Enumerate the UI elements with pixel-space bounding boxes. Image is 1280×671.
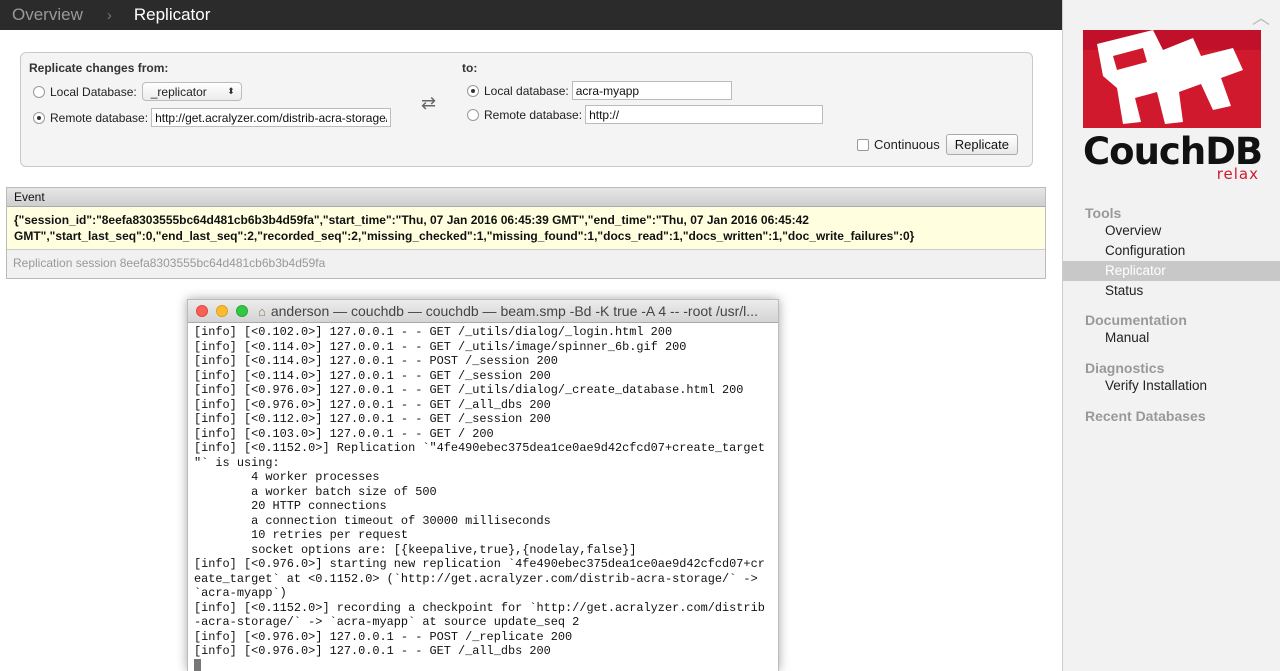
breadcrumb-current: Replicator <box>133 5 211 24</box>
terminal-line: [info] [<0.103.0>] 127.0.0.1 - - GET / 2… <box>194 426 494 441</box>
to-remote-input[interactable] <box>585 105 824 124</box>
terminal-line: [info] [<0.114.0>] 127.0.0.1 - - GET /_u… <box>194 339 687 354</box>
terminal-cursor <box>194 659 772 671</box>
continuous-label: Continuous <box>874 137 940 152</box>
nav-item-overview[interactable]: Overview <box>1063 221 1280 241</box>
continuous-checkbox[interactable] <box>857 138 869 151</box>
replication-session-row: Replication session 8eefa8303555bc64d481… <box>7 250 1045 278</box>
terminal-line: [info] [<0.114.0>] 127.0.0.1 - - GET /_s… <box>194 368 551 383</box>
from-remote-radio[interactable] <box>33 111 45 124</box>
terminal-line: a connection timeout of 30000 millisecon… <box>194 513 551 528</box>
top-bar: Overview › Replicator <box>0 0 1062 30</box>
event-table: Event {"session_id":"8eefa8303555bc64d48… <box>6 187 1046 279</box>
nav-item-configuration[interactable]: Configuration <box>1063 241 1280 261</box>
terminal-line: [info] [<0.112.0>] 127.0.0.1 - - GET /_s… <box>194 412 551 426</box>
from-local-radio[interactable] <box>33 85 45 98</box>
terminal-line: [info] [<0.976.0>] starting new replicat… <box>194 557 765 571</box>
terminal-line: socket options are: [{keepalive,true},{n… <box>194 542 637 557</box>
event-header: Event <box>7 188 1045 207</box>
breadcrumb-separator-icon: › <box>106 6 112 24</box>
to-local-radio[interactable] <box>467 84 479 97</box>
to-local-input[interactable] <box>571 81 732 100</box>
terminal-line: [info] [<0.976.0>] 127.0.0.1 - - GET /_u… <box>194 383 744 397</box>
to-local-row: Local database: <box>467 81 732 100</box>
terminal-line: [info] [<0.976.0>] 127.0.0.1 - - POST /_… <box>194 629 573 644</box>
continuous-row: Continuous Replicate <box>857 134 1018 155</box>
nav-item-status[interactable]: Status <box>1063 281 1280 301</box>
from-local-row: Local Database: _replicator ⬍ <box>33 82 242 101</box>
terminal-line: [info] [<0.976.0>] 127.0.0.1 - - GET /_a… <box>194 397 551 412</box>
terminal-line: 10 retries per request <box>194 528 409 542</box>
breadcrumb-overview[interactable]: Overview <box>0 5 83 25</box>
nav-item-replicator[interactable]: Replicator <box>1063 261 1280 281</box>
terminal-line: [info] [<0.1152.0>] recording a checkpoi… <box>194 600 765 615</box>
from-local-label: Local Database: <box>50 84 137 99</box>
to-local-label: Local database: <box>484 83 569 98</box>
close-window-icon[interactable] <box>196 305 208 317</box>
nav-section-recent-databases[interactable]: Recent Databases <box>1085 408 1206 424</box>
terminal-line: [info] [<0.114.0>] 127.0.0.1 - - POST /_… <box>194 354 558 368</box>
terminal-output[interactable]: [info] [<0.102.0>] 127.0.0.1 - - GET /_u… <box>188 323 778 671</box>
event-details: {"session_id":"8eefa8303555bc64d481cb6b3… <box>7 207 1045 250</box>
to-remote-label: Remote database: <box>484 107 583 122</box>
terminal-line: `acra-myapp`) <box>194 586 287 600</box>
from-label: Replicate changes from: <box>29 61 169 75</box>
event-line-1: {"session_id":"8eefa8303555bc64d481cb6b3… <box>14 213 809 227</box>
nav-section-tools: Tools <box>1085 205 1122 221</box>
select-arrows-icon: ⬍ <box>227 86 235 96</box>
replication-form: Replicate changes from: Local Database: … <box>20 52 1033 167</box>
nav-item-manual[interactable]: Manual <box>1063 328 1280 348</box>
to-label: to: <box>462 61 478 75</box>
terminal-line: -acra-storage/` -> `acra-myapp` at sourc… <box>194 615 580 629</box>
terminal-line: 20 HTTP connections <box>194 499 387 513</box>
logo-tagline: relax <box>1216 165 1259 183</box>
terminal-line: a worker batch size of 500 <box>194 484 437 499</box>
terminal-title: anderson — couchdb — couchdb — beam.smp … <box>270 303 758 319</box>
local-database-select[interactable]: _replicator ⬍ <box>141 82 242 101</box>
home-icon: ⌂ <box>258 303 266 319</box>
couchdb-logo-graphic <box>1083 30 1261 128</box>
couchdb-logo[interactable]: CouchDB relax <box>1083 26 1263 186</box>
event-line-2: GMT","start_last_seq":0,"end_last_seq":2… <box>14 229 915 243</box>
to-remote-row: Remote database: <box>467 105 824 124</box>
to-remote-radio[interactable] <box>467 108 479 121</box>
from-remote-row: Remote database: <box>33 108 392 127</box>
from-remote-input[interactable] <box>151 108 392 127</box>
nav-item-verify-installation[interactable]: Verify Installation <box>1063 376 1280 396</box>
terminal-line: [info] [<0.1152.0>] Replication `"4fe490… <box>194 441 765 455</box>
terminal-line: 4 worker processes <box>194 470 380 484</box>
minimize-window-icon[interactable] <box>216 305 228 317</box>
terminal-window[interactable]: ⌂ anderson — couchdb — couchdb — beam.sm… <box>187 299 779 671</box>
zoom-window-icon[interactable] <box>236 305 248 317</box>
from-remote-label: Remote database: <box>50 110 149 125</box>
terminal-titlebar[interactable]: ⌂ anderson — couchdb — couchdb — beam.sm… <box>188 300 778 323</box>
replicate-button[interactable]: Replicate <box>945 134 1018 155</box>
terminal-line: eate_target` at <0.1152.0> (`http://get.… <box>194 571 758 586</box>
nav-section-documentation: Documentation <box>1085 312 1187 328</box>
terminal-line: [info] [<0.976.0>] 127.0.0.1 - - GET /_a… <box>194 644 551 658</box>
terminal-line: "` is using: <box>194 455 280 470</box>
swap-icon[interactable]: ⇄ <box>421 93 436 114</box>
terminal-line: [info] [<0.102.0>] 127.0.0.1 - - GET /_u… <box>194 325 673 339</box>
sidebar: ︿ CouchDB relax Tools Overview Configura… <box>1062 0 1280 671</box>
local-database-value: _replicator <box>150 84 207 99</box>
nav-section-diagnostics: Diagnostics <box>1085 360 1165 376</box>
